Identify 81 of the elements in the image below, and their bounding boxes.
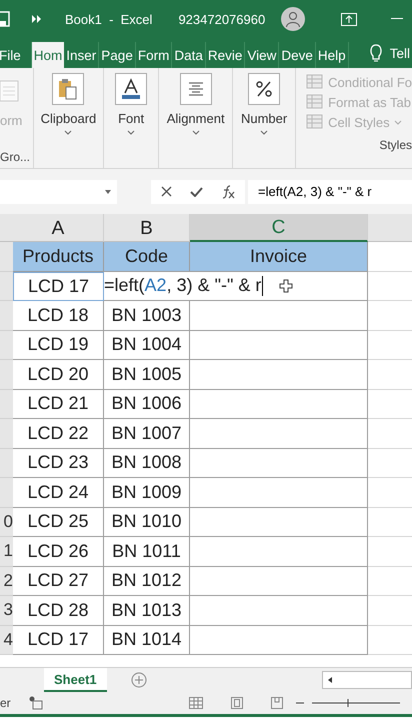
table-format-icon [306, 94, 324, 110]
text-cursor [262, 276, 264, 296]
table-cell: BN 1003 [104, 301, 190, 330]
clipboard-button[interactable]: Clipboard [40, 73, 96, 126]
table-cell: LCD 17 [13, 626, 104, 655]
column-header[interactable]: A [13, 214, 104, 242]
column-header[interactable]: B [104, 214, 190, 242]
normal-view-icon[interactable] [188, 697, 203, 709]
table-header-cell: Products [13, 242, 104, 272]
ribbon-display-icon[interactable] [341, 12, 358, 26]
alignment-button[interactable]: Alignment [166, 73, 225, 126]
caret-icon [127, 130, 136, 135]
table-cell: LCD 20 [13, 360, 104, 390]
row-header[interactable]: 3 [0, 596, 13, 626]
caret-icon [192, 130, 200, 135]
window-title: Book1 - Excel [65, 12, 152, 26]
paste-icon [58, 78, 78, 100]
table-cell: BN 1007 [104, 419, 190, 448]
table-cell: LCD 24 [13, 478, 104, 508]
cell-formula[interactable]: =left(A2, 3) & "-" & r [104, 275, 262, 296]
table-cell: BN 1014 [104, 626, 190, 655]
caret-icon [64, 130, 72, 135]
table-cell: BN 1008 [104, 448, 190, 478]
table-format-icon [306, 114, 324, 130]
table-cell: LCD 18 [13, 301, 104, 330]
table-cell: LCD 25 [13, 508, 104, 537]
save-icon[interactable] [0, 11, 10, 27]
page-layout-icon[interactable] [230, 697, 243, 709]
table-cell: LCD 27 [13, 566, 104, 596]
table-cell: LCD 21 [13, 390, 104, 419]
row-header[interactable]: 0 [0, 508, 13, 537]
lightbulb-icon[interactable] [370, 44, 382, 62]
table-cell: LCD 19 [13, 330, 104, 360]
table-cell: BN 1009 [104, 478, 190, 508]
page-break-icon[interactable] [270, 697, 283, 709]
account-name: 923472076960 [178, 12, 266, 26]
table-cell: BN 1004 [104, 330, 190, 360]
insert-function-icon[interactable] [221, 184, 235, 198]
table-cell: LCD 26 [13, 537, 104, 566]
avatar-icon[interactable] [281, 7, 306, 31]
table-cell: LCD 22 [13, 419, 104, 448]
more-commands-icon[interactable] [32, 15, 41, 23]
table-cell: BN 1006 [104, 390, 190, 419]
table-format-icon [306, 74, 324, 90]
zoom-slider-drawing[interactable] [296, 698, 400, 708]
table-cell: LCD 23 [13, 448, 104, 478]
horizontal-scrollbar[interactable] [322, 671, 412, 689]
table-cell: LCD 17 [13, 272, 104, 301]
table-cell: BN 1005 [104, 360, 190, 390]
table-cell: BN 1010 [104, 508, 190, 537]
add-sheet-icon[interactable] [130, 672, 147, 688]
ribbon-tab[interactable]: Hom [32, 42, 64, 68]
check-icon[interactable] [190, 186, 203, 196]
formula-field[interactable]: =left(A2, 3) & "-" & r [248, 180, 412, 204]
sheet-tab[interactable]: Sheet1 [44, 668, 107, 692]
tell-me-field[interactable]: Tell [390, 46, 410, 60]
dropdown-icon[interactable] [105, 190, 111, 194]
table-header-cell: Invoice [190, 242, 368, 272]
number-button[interactable]: Number [240, 73, 288, 126]
caret-icon [394, 120, 402, 124]
cell-cursor-icon [279, 278, 294, 293]
row-header[interactable]: 1 [0, 537, 13, 566]
table-cell: LCD 28 [13, 596, 104, 626]
table-header-cell: Code [104, 242, 190, 272]
group-label: Gro... [0, 150, 30, 166]
font-color-icon [121, 78, 142, 100]
cancel-icon[interactable] [161, 186, 172, 197]
row-header[interactable]: 2 [0, 566, 13, 596]
table-cell: BN 1012 [104, 566, 190, 596]
macro-icon[interactable] [28, 696, 43, 710]
table-cell: BN 1013 [104, 596, 190, 626]
table-cell: BN 1011 [104, 537, 190, 566]
caret-icon [260, 130, 268, 135]
editing-cell[interactable]: =left(A2, 3) & "-" & r [104, 272, 368, 301]
percent-icon [255, 80, 274, 98]
status-text: er [0, 696, 11, 710]
minimize-icon[interactable] [391, 18, 404, 20]
group-label: Styles [379, 138, 412, 154]
column-header[interactable]: C [190, 214, 368, 242]
row-header[interactable]: 4 [0, 626, 13, 655]
align-center-icon [186, 81, 205, 97]
